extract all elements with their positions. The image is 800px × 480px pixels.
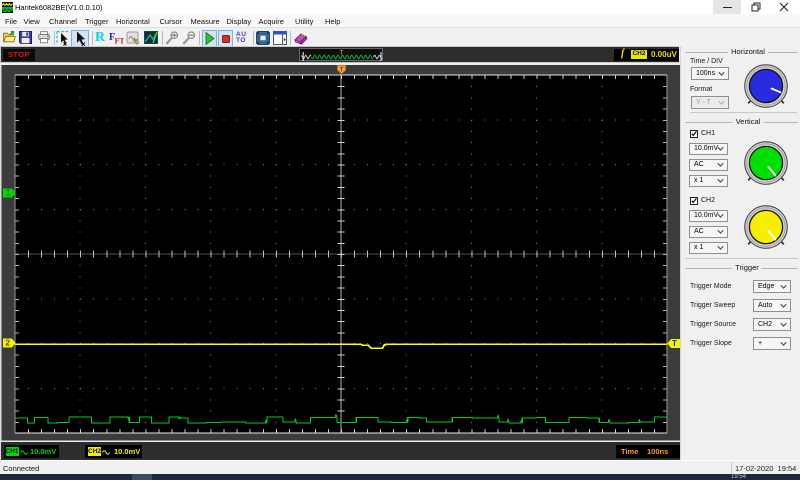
svg-text:T: T: [672, 339, 677, 348]
svg-text:1: 1: [6, 189, 11, 198]
svg-text:FT: FT: [115, 37, 125, 46]
svg-text:2: 2: [6, 339, 11, 348]
svg-text:T: T: [340, 51, 344, 57]
svg-text:T: T: [340, 66, 344, 73]
